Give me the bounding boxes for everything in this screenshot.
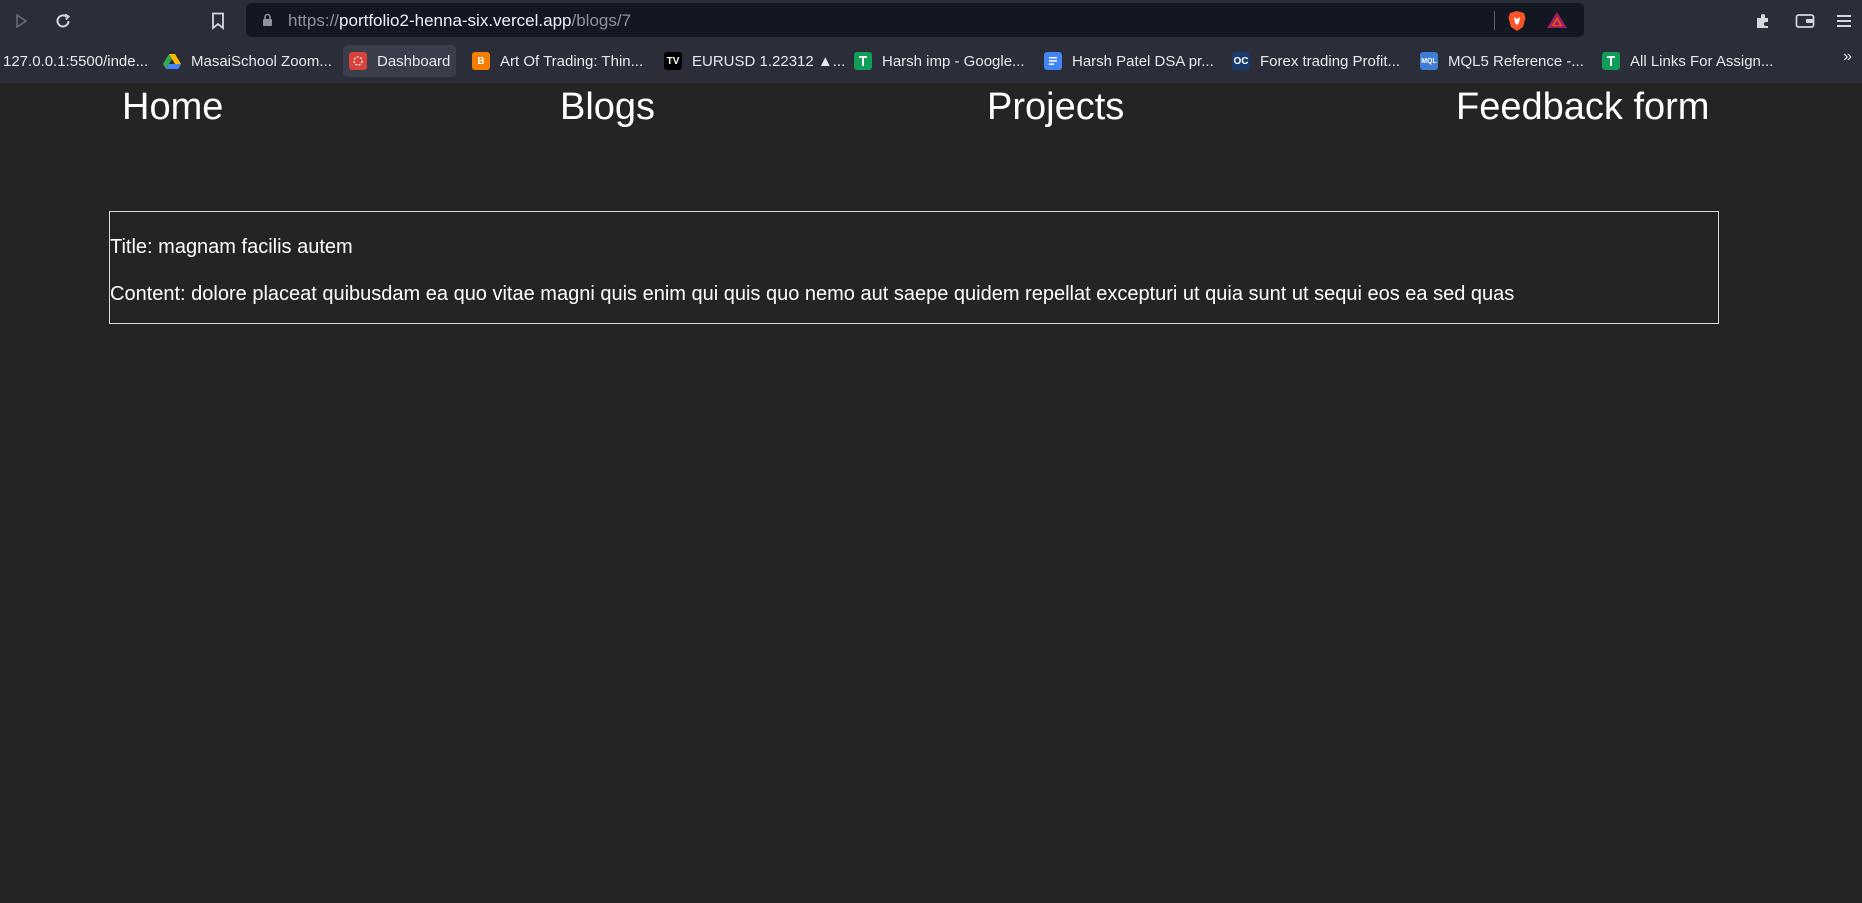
- play-icon[interactable]: [8, 8, 34, 34]
- nav-projects[interactable]: Projects: [987, 86, 1124, 129]
- blog-card: Title: magnam facilis autem Content: dol…: [109, 211, 1719, 324]
- bookmark-label: Forex trading Profit...: [1260, 52, 1401, 70]
- menu-icon[interactable]: [1831, 8, 1857, 34]
- blog-title: Title: magnam facilis autem: [110, 236, 353, 258]
- bookmark-label: 127.0.0.1:5500/inde...: [3, 52, 149, 70]
- nav-blogs[interactable]: Blogs: [560, 86, 655, 129]
- bookmark-label: EURUSD 1.22312 ▲...: [692, 52, 846, 70]
- bookmark-label: MQL5 Reference -...: [1448, 52, 1584, 70]
- bookmark-localhost[interactable]: 127.0.0.1:5500/inde...: [0, 45, 154, 77]
- bookmarks-bar: 127.0.0.1:5500/inde... MasaiSchool Zoom.…: [0, 40, 1862, 83]
- extensions-icon[interactable]: [1750, 8, 1776, 34]
- bookmark-label: Art Of Trading: Thin...: [500, 52, 644, 70]
- blogger-icon: B: [472, 52, 490, 70]
- google-sheets-icon: [1602, 52, 1620, 70]
- reload-icon[interactable]: [50, 8, 76, 34]
- google-docs-icon: [1044, 52, 1062, 70]
- mql5-icon: MQL: [1420, 52, 1438, 70]
- wallet-icon[interactable]: [1792, 8, 1818, 34]
- bookmark-art-of-trading[interactable]: B Art Of Trading: Thin...: [466, 45, 649, 77]
- url-text[interactable]: https://portfolio2-henna-six.vercel.app/…: [288, 11, 631, 31]
- url-host: portfolio2-henna-six.vercel.app: [339, 11, 572, 30]
- bookmark-eurusd[interactable]: TV EURUSD 1.22312 ▲...: [658, 45, 851, 77]
- bookmark-label: MasaiSchool Zoom...: [191, 52, 332, 70]
- bookmark-all-links[interactable]: All Links For Assign...: [1596, 45, 1779, 77]
- url-scheme: https://: [288, 11, 340, 30]
- browser-toolbar: https://portfolio2-henna-six.vercel.app/…: [0, 0, 1862, 40]
- blog-content: Content: dolore placeat quibusdam ea quo…: [110, 283, 1515, 305]
- tradingview-icon: TV: [664, 52, 682, 70]
- bookmark-icon[interactable]: [205, 8, 231, 34]
- dashboard-icon: [349, 52, 367, 70]
- bookmark-harsh-imp[interactable]: Harsh imp - Google...: [848, 45, 1031, 77]
- google-drive-icon: [163, 52, 181, 70]
- brave-shield-icon[interactable]: [1507, 10, 1527, 37]
- bookmark-mql5-reference[interactable]: MQL MQL5 Reference -...: [1414, 45, 1590, 77]
- lock-icon: [262, 13, 273, 32]
- brave-rewards-icon[interactable]: [1546, 11, 1568, 34]
- bookmark-label: Harsh imp - Google...: [882, 52, 1025, 70]
- bookmark-dashboard[interactable]: Dashboard: [343, 45, 457, 77]
- bookmark-label: Dashboard: [377, 52, 451, 70]
- nav-home[interactable]: Home: [122, 86, 223, 129]
- bookmark-harsh-patel-dsa[interactable]: Harsh Patel DSA pr...: [1038, 45, 1220, 77]
- google-sheets-icon: [854, 52, 872, 70]
- forex-icon: OC: [1232, 52, 1250, 70]
- bookmark-masaischool-zoom[interactable]: MasaiSchool Zoom...: [157, 45, 338, 77]
- address-bar[interactable]: https://portfolio2-henna-six.vercel.app/…: [246, 3, 1584, 37]
- bookmark-forex-trading[interactable]: OC Forex trading Profit...: [1226, 45, 1406, 77]
- bookmark-label: All Links For Assign...: [1630, 52, 1774, 70]
- more-bookmarks-button[interactable]: »: [1843, 48, 1852, 66]
- address-divider: [1494, 11, 1495, 30]
- nav-feedback-form[interactable]: Feedback form: [1456, 86, 1709, 129]
- url-path: /blogs/7: [571, 11, 632, 30]
- bookmark-label: Harsh Patel DSA pr...: [1072, 52, 1214, 70]
